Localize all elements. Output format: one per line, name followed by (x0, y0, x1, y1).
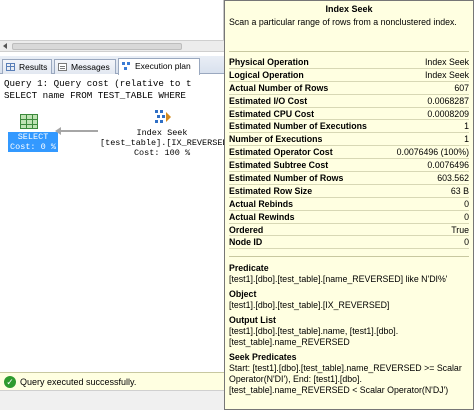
property-row: Node ID 0 (229, 236, 469, 250)
property-row: Physical Operation Index Seek (229, 56, 469, 69)
index-seek-icon (154, 108, 172, 126)
execution-plan-icon (122, 62, 131, 70)
query-header: Query 1: Query cost (relative to t SELEC… (4, 78, 224, 102)
object-section: Object [test1].[dbo].[test_table].[IX_RE… (229, 289, 469, 311)
property-name: Estimated Subtree Cost (229, 160, 329, 171)
property-name: Estimated I/O Cost (229, 95, 308, 106)
property-value: 0.0008209 (427, 108, 469, 119)
select-node-label: SELECT Cost: 0 % (8, 132, 58, 152)
property-name: Estimated Number of Rows (229, 173, 344, 184)
property-name: Actual Rebinds (229, 198, 294, 209)
property-value: 1 (464, 134, 469, 145)
property-value: 63 B (450, 185, 469, 196)
property-name: Estimated CPU Cost (229, 108, 315, 119)
tab-messages-label: Messages (71, 62, 110, 72)
seek-predicates-section: Seek Predicates Start: [test1].[dbo].[te… (229, 352, 469, 396)
property-value: 0.0068287 (427, 95, 469, 106)
property-value: 0 (464, 237, 469, 248)
editor-horizontal-scrollbar[interactable] (0, 40, 224, 52)
operator-tooltip: Index Seek Scan a particular range of ro… (224, 0, 474, 410)
check-icon: ✓ (4, 376, 16, 388)
property-row: Actual Rewinds 0 (229, 211, 469, 224)
query-cost-line: Query 1: Query cost (relative to t (4, 78, 192, 89)
property-name: Physical Operation (229, 57, 309, 67)
property-row: Number of Executions 1 (229, 133, 469, 147)
object-text: [test1].[dbo].[test_table].[IX_REVERSED] (229, 300, 390, 310)
tooltip-divider (229, 256, 469, 257)
property-row: Estimated Number of Rows 603.562 (229, 172, 469, 185)
select-node-cost: Cost: 0 % (10, 142, 56, 152)
property-value: 603.562 (437, 173, 469, 184)
status-text: Query executed successfully. (20, 377, 137, 387)
index-seek-node-cost: Cost: 100 % (133, 148, 191, 158)
results-panel: Results Messages Execution plan Query 1:… (0, 56, 233, 410)
query-sql-line: SELECT name FROM TEST_TABLE WHERE (4, 90, 186, 101)
property-value: 607 (454, 82, 469, 93)
predicate-section: Predicate [test1].[dbo].[test_table].[na… (229, 263, 469, 285)
output-list-section: Output List [test1].[dbo].[test_table].n… (229, 315, 469, 348)
property-name: Actual Rewinds (229, 211, 295, 222)
grid-icon (6, 63, 15, 71)
property-row: Ordered True (229, 224, 469, 237)
property-name: Ordered (229, 224, 264, 235)
property-name: Estimated Operator Cost (229, 147, 333, 158)
property-value: True (451, 224, 469, 235)
results-tab-strip: Results Messages Execution plan (0, 56, 224, 75)
output-list-heading: Output List (229, 315, 276, 325)
property-value: Index Seek (424, 57, 469, 67)
output-list-text: [test1].[dbo].[test_table].name, [test1]… (229, 326, 399, 347)
select-operator-icon (20, 114, 38, 129)
property-name: Node ID (229, 237, 263, 248)
property-row: Estimated Number of Executions 1 (229, 120, 469, 134)
tab-execution-plan-label: Execution plan (135, 61, 191, 71)
index-seek-node-text: Index Seek [test_table].[IX_REVERSED] Co… (100, 128, 233, 158)
object-heading: Object (229, 289, 257, 299)
tab-results[interactable]: Results (2, 59, 52, 74)
property-name: Logical Operation (229, 69, 304, 80)
tab-execution-plan[interactable]: Execution plan (118, 58, 200, 75)
tooltip-title: Index Seek (325, 4, 373, 14)
plan-flow-arrow (55, 127, 98, 135)
predicate-heading: Predicate (229, 263, 269, 273)
property-value: 0.0076496 (100%) (396, 147, 469, 158)
property-name: Estimated Number of Executions (229, 121, 367, 132)
tooltip-description: Scan a particular range of rows from a n… (229, 17, 457, 27)
property-value: 1 (464, 121, 469, 132)
property-row: Estimated Operator Cost 0.0076496 (100%) (229, 146, 469, 160)
property-row: Actual Rebinds 0 (229, 198, 469, 211)
predicate-text: [test1].[dbo].[test_table].[name_REVERSE… (229, 274, 448, 284)
select-node-title: SELECT (17, 132, 49, 142)
messages-icon (58, 63, 67, 71)
property-value: 0 (464, 198, 469, 209)
property-row: Actual Number of Rows 607 (229, 82, 469, 95)
scrollbar-thumb[interactable] (12, 43, 182, 50)
tab-messages[interactable]: Messages (54, 59, 116, 74)
property-name: Number of Executions (229, 134, 323, 145)
tab-results-label: Results (19, 62, 48, 72)
tooltip-divider (229, 51, 469, 52)
property-name: Actual Number of Rows (229, 82, 329, 93)
property-row: Estimated Subtree Cost 0.0076496 (229, 159, 469, 173)
property-name: Estimated Row Size (229, 185, 313, 196)
scroll-left-icon[interactable] (2, 43, 10, 50)
property-row: Estimated Row Size 63 B (229, 185, 469, 198)
property-value: 0.0076496 (427, 160, 469, 171)
property-row: Estimated CPU Cost 0.0008209 (229, 108, 469, 121)
tooltip-properties: Physical Operation Index Seek Logical Ope… (229, 56, 469, 250)
seek-predicates-heading: Seek Predicates (229, 352, 297, 362)
property-row: Estimated I/O Cost 0.0068287 (229, 95, 469, 108)
index-seek-node-title: Index Seek (136, 128, 188, 138)
seek-predicates-text: Start: [test1].[dbo].[test_table].name_R… (229, 363, 462, 395)
index-seek-node-object: [test_table].[IX_REVERSED] (100, 138, 233, 148)
property-row: Logical Operation Index Seek (229, 69, 469, 82)
property-value: Index Seek (424, 69, 469, 80)
property-value: 0 (464, 211, 469, 222)
